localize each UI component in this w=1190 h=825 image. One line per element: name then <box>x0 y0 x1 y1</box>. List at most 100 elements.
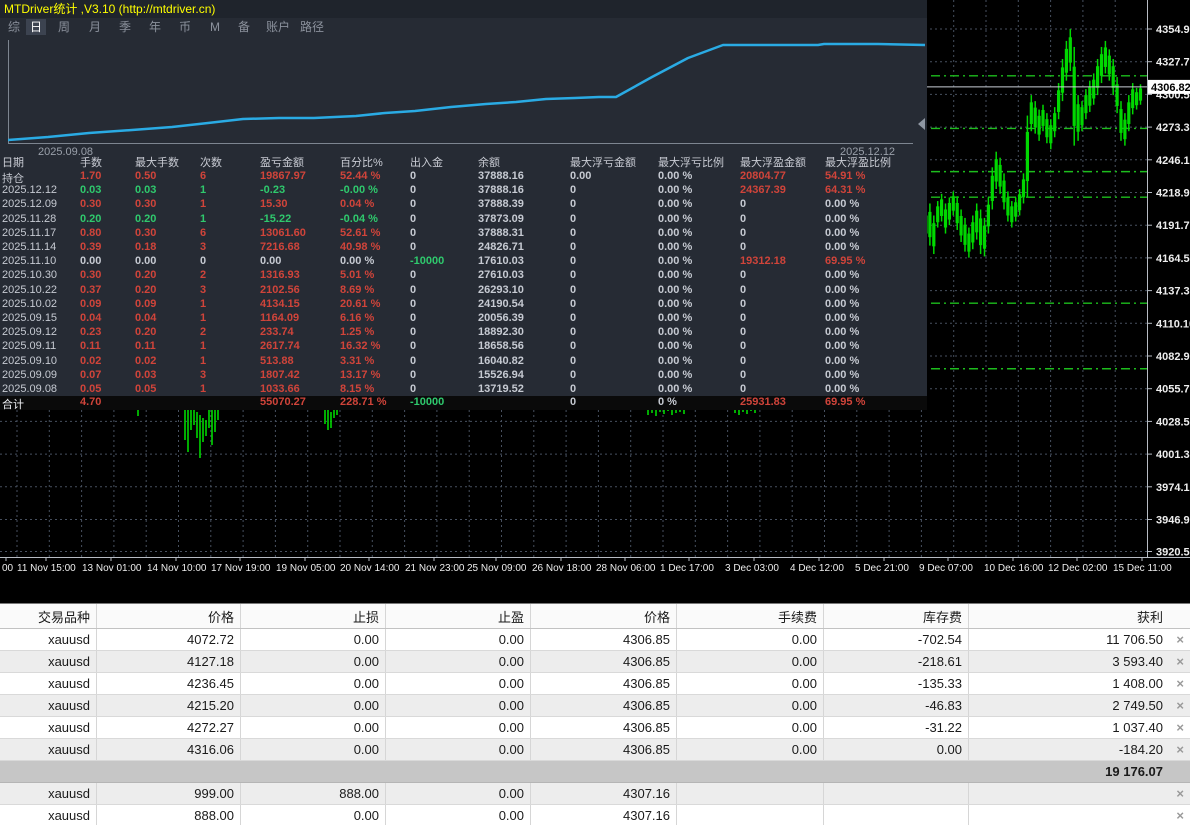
menu-item-综[interactable]: 综 <box>8 19 20 35</box>
cell: 4306.85 <box>531 695 677 716</box>
stats-cell: 0 <box>410 383 416 395</box>
stats-cell: 0 <box>570 213 576 225</box>
stats-cell: 0.00 <box>135 255 156 267</box>
cell: 止损 <box>241 604 386 628</box>
stats-cell: 0 <box>740 383 746 395</box>
close-position-icon[interactable]: × <box>1176 805 1184 825</box>
cell: × <box>969 783 1190 804</box>
menu-item-周[interactable]: 周 <box>58 19 70 35</box>
profit-summary-row: 19 176.07 <box>0 761 1190 783</box>
stats-row: 2025.09.080.050.0511033.668.15 %013719.5… <box>0 383 927 397</box>
stats-cell: 0.11 <box>135 340 156 352</box>
cell: 4306.85 <box>531 673 677 694</box>
stats-cell: 1 <box>200 198 206 210</box>
cell: xauusd <box>0 673 97 694</box>
menu-item-账户[interactable]: 账户 <box>266 19 290 35</box>
menu-item-季[interactable]: 季 <box>119 19 131 35</box>
stats-cell: 0.00 % <box>825 241 859 253</box>
cell: 手续费 <box>677 604 824 628</box>
cell: 0.00 <box>241 805 386 825</box>
close-position-icon[interactable]: × <box>1176 739 1184 760</box>
menu-item-M[interactable]: M <box>210 19 220 35</box>
pending-order-row: xauusd999.00888.000.004307.16× <box>0 783 1190 805</box>
stats-row: 2025.11.100.000.0000.000.00 %-1000017610… <box>0 255 927 269</box>
stats-cell: 37888.16 <box>478 184 524 196</box>
stats-cell: 3 <box>200 241 206 253</box>
cell: xauusd <box>0 695 97 716</box>
stats-cell: 54.91 % <box>825 170 865 182</box>
cell: xauusd <box>0 651 97 672</box>
stats-cell: 2025.11.17 <box>2 227 56 239</box>
stats-cell: 5.01 % <box>340 269 374 281</box>
stats-cell: 0.00 % <box>825 198 859 210</box>
stats-row: 2025.11.170.800.30613061.6052.61 %037888… <box>0 227 927 241</box>
stats-cell: 2025.11.28 <box>2 213 56 225</box>
stats-row: 2025.09.090.070.0331807.4213.17 %015526.… <box>0 369 927 383</box>
cell: 0.00 <box>824 739 969 760</box>
menu-item-年[interactable]: 年 <box>149 19 161 35</box>
cell: 0.00 <box>241 717 386 738</box>
close-position-icon[interactable]: × <box>1176 717 1184 738</box>
stats-cell: 0 <box>410 312 416 324</box>
close-position-icon[interactable]: × <box>1176 695 1184 716</box>
price-axis-label: 4354.90 <box>1156 24 1190 36</box>
stats-cell: 1 <box>200 355 206 367</box>
cell: -46.83 <box>824 695 969 716</box>
time-axis-label: 14 Nov 10:00 <box>147 563 207 574</box>
stats-cell: 27610.03 <box>478 269 524 281</box>
cell: 4307.16 <box>531 805 677 825</box>
stats-cell: 0 <box>570 269 576 281</box>
price-axis-label: 4273.30 <box>1156 122 1190 134</box>
chevron-left-icon[interactable] <box>918 118 925 130</box>
cell: 4215.20 <box>97 695 241 716</box>
stats-cell: 0 <box>740 284 746 296</box>
time-axis-label: 20 Nov 14:00 <box>340 563 400 574</box>
stats-cell: 0 <box>200 255 206 267</box>
profit-value: 1 408.00 <box>1112 673 1163 694</box>
stats-cell: 26293.10 <box>478 284 524 296</box>
price-axis-label: 4028.50 <box>1156 416 1190 428</box>
stats-cell: 0.05 <box>80 383 101 395</box>
stats-cell: 0 <box>570 383 576 395</box>
stats-cell: 228.71 % <box>340 396 386 408</box>
stats-cell: 0.00 % <box>825 298 859 310</box>
close-position-icon[interactable]: × <box>1176 673 1184 694</box>
cell: 0.00 <box>386 695 531 716</box>
stats-row: 2025.10.220.370.2032102.568.69 %026293.1… <box>0 284 927 298</box>
menu-item-路径[interactable]: 路径 <box>300 19 324 35</box>
stats-row: 2025.09.150.040.0411164.096.16 %020056.3… <box>0 312 927 326</box>
time-axis-label: 9 Dec 07:00 <box>919 563 973 574</box>
menu-item-月[interactable]: 月 <box>89 19 101 35</box>
menu-item-币[interactable]: 币 <box>179 19 191 35</box>
stats-cell: 2025.11.10 <box>2 255 56 267</box>
menu-item-日[interactable]: 日 <box>26 19 46 35</box>
stats-header: 最大浮盈比例 <box>825 154 891 170</box>
stats-cell: 0 <box>570 396 576 408</box>
stats-row: 2025.10.020.090.0914134.1520.61 %024190.… <box>0 298 927 312</box>
stats-cell: 0.00 % <box>658 269 692 281</box>
cell: xauusd <box>0 629 97 650</box>
cell: -702.54 <box>824 629 969 650</box>
close-position-icon[interactable]: × <box>1176 629 1184 650</box>
cell <box>241 761 386 782</box>
cell: 2 749.50× <box>969 695 1190 716</box>
stats-cell: -10000 <box>410 255 444 267</box>
stats-cell: 0 <box>410 355 416 367</box>
stats-cell: 0 <box>740 369 746 381</box>
close-position-icon[interactable]: × <box>1176 651 1184 672</box>
panel-title: MTDriver统计 ,V3.10 (http://mtdriver.cn) <box>0 2 215 16</box>
stats-cell: 37888.31 <box>478 227 524 239</box>
stats-cell: 40.98 % <box>340 241 380 253</box>
stats-cell: 0.00 <box>260 255 281 267</box>
stats-cell: 20056.39 <box>478 312 524 324</box>
stats-cell: 2025.09.08 <box>2 383 57 395</box>
cell: 0.00 <box>241 695 386 716</box>
menu-item-备[interactable]: 备 <box>238 19 250 35</box>
close-position-icon[interactable]: × <box>1176 783 1184 804</box>
stats-cell: 20804.77 <box>740 170 786 182</box>
stats-cell: 0 <box>570 298 576 310</box>
cell: 0.00 <box>677 651 824 672</box>
price-axis-label: 4191.70 <box>1156 220 1190 232</box>
stats-cell: 0.00 % <box>825 213 859 225</box>
cell: 0.00 <box>386 805 531 825</box>
